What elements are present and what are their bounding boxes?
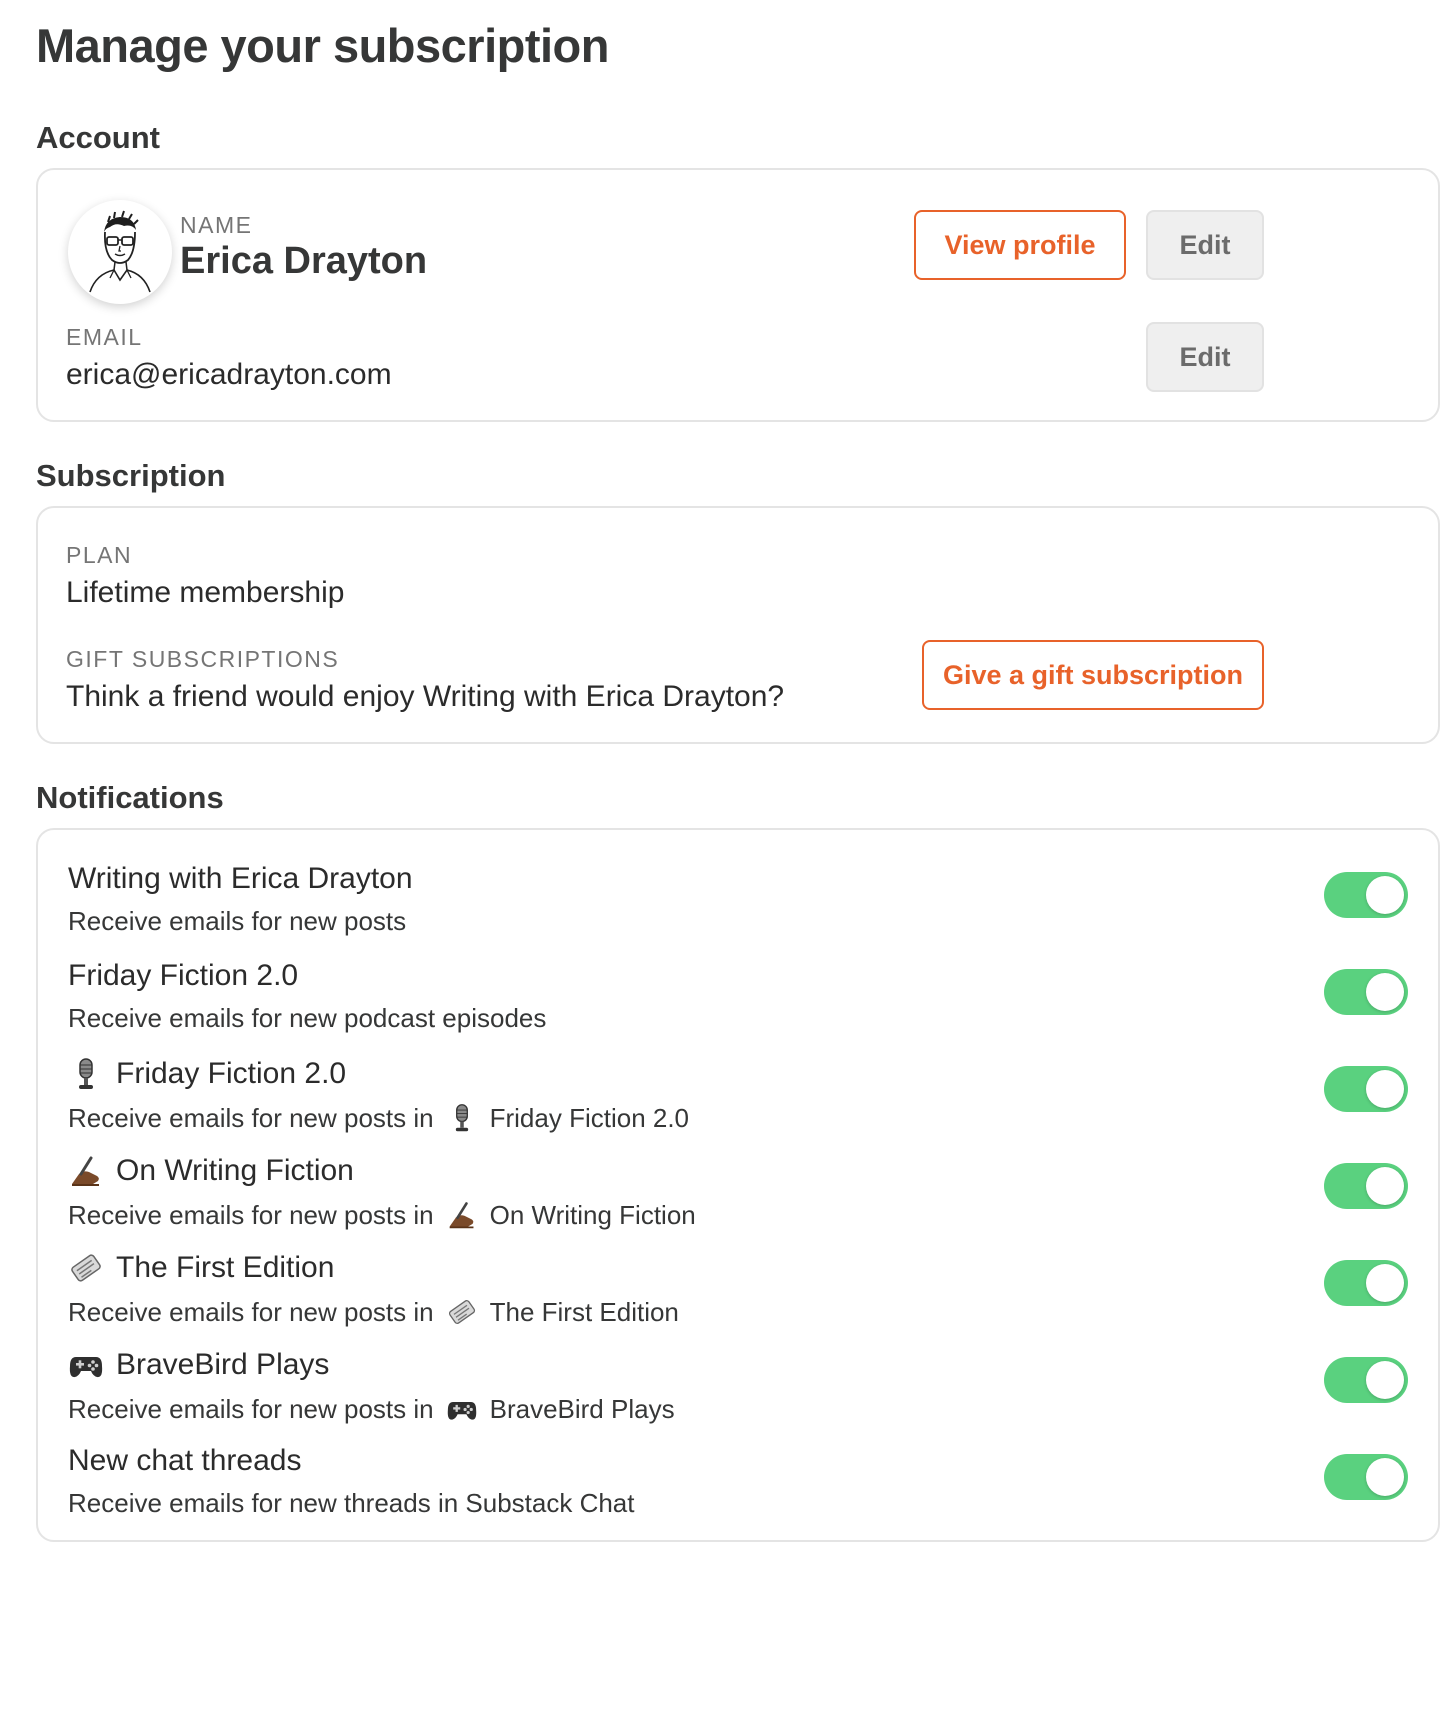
- edit-email-button[interactable]: Edit: [1146, 322, 1264, 392]
- account-card: NAME Erica Drayton View profile Edit EMA…: [36, 168, 1440, 422]
- gift-label: GIFT SUBSCRIPTIONS: [66, 646, 340, 672]
- notification-row-bravebird-plays: BraveBird Plays Receive emails for new p…: [68, 1347, 1408, 1447]
- game-controller-icon: [444, 1391, 480, 1427]
- avatar: [68, 200, 172, 304]
- notification-subtitle-text: Receive emails for new threads in Substa…: [68, 1488, 635, 1518]
- toggle-bravebird-plays[interactable]: [1324, 1357, 1408, 1403]
- notifications-card: Writing with Erica Drayton Receive email…: [36, 828, 1440, 1542]
- toggle-on-writing-fiction[interactable]: [1324, 1163, 1408, 1209]
- notification-subtitle: Receive emails for new threads in Substa…: [68, 1488, 635, 1519]
- notification-title: New chat threads: [68, 1444, 301, 1478]
- page-title: Manage your subscription: [36, 19, 609, 72]
- view-profile-button[interactable]: View profile: [914, 210, 1126, 280]
- email-value: erica@ericadrayton.com: [66, 358, 392, 391]
- notification-title: Friday Fiction 2.0: [68, 959, 298, 993]
- avatar-sketch-icon: [89, 210, 151, 293]
- notification-subtitle: Receive emails for new posts in The Firs…: [68, 1294, 679, 1330]
- notification-subtitle-text: Receive emails for new podcast episodes: [68, 1003, 547, 1033]
- notification-subtitle: Receive emails for new posts: [68, 906, 406, 937]
- toggle-knob: [1366, 876, 1404, 914]
- gift-text: Think a friend would enjoy Writing with …: [66, 680, 785, 713]
- notification-title: Friday Fiction 2.0: [68, 1056, 346, 1092]
- notification-subtitle-publication: BraveBird Plays: [489, 1393, 675, 1424]
- notification-subtitle-publication: On Writing Fiction: [489, 1199, 696, 1230]
- notification-subtitle-publication: Friday Fiction 2.0: [489, 1102, 690, 1133]
- name-value: Erica Drayton: [180, 240, 428, 282]
- email-label: EMAIL: [66, 324, 143, 350]
- notification-title-text: The First Edition: [116, 1251, 335, 1284]
- toggle-the-first-edition[interactable]: [1324, 1260, 1408, 1306]
- toggle-new-chat-threads[interactable]: [1324, 1454, 1408, 1500]
- notifications-section-title: Notifications: [36, 780, 224, 815]
- writing-hand-icon: [68, 1153, 104, 1189]
- notification-subtitle-text: Receive emails for new posts in: [68, 1199, 434, 1230]
- give-gift-subscription-button[interactable]: Give a gift subscription: [922, 640, 1264, 710]
- notification-title-text: Friday Fiction 2.0: [116, 1057, 347, 1090]
- notification-title: BraveBird Plays: [68, 1347, 329, 1383]
- notification-subtitle-text: Receive emails for new posts in: [68, 1393, 434, 1424]
- newspaper-icon: [68, 1250, 104, 1286]
- toggle-writing-with-erica-drayton[interactable]: [1324, 872, 1408, 918]
- notification-subtitle: Receive emails for new posts in BraveBir…: [68, 1391, 675, 1427]
- notification-subtitle: Receive emails for new podcast episodes: [68, 1003, 546, 1034]
- notification-subtitle-publication: The First Edition: [489, 1296, 679, 1327]
- notification-row-the-first-edition: The First Edition Receive emails for new…: [68, 1250, 1408, 1350]
- toggle-friday-fiction-posts[interactable]: [1324, 1066, 1408, 1112]
- notification-subtitle: Receive emails for new posts in Friday F…: [68, 1100, 689, 1136]
- notification-title: The First Edition: [68, 1250, 334, 1286]
- notification-subtitle-text: Receive emails for new posts in: [68, 1102, 434, 1133]
- toggle-knob: [1366, 1361, 1404, 1399]
- notification-row-writing-with-erica-drayton: Writing with Erica Drayton Receive email…: [68, 862, 1408, 962]
- toggle-knob: [1366, 1167, 1404, 1205]
- notification-title: On Writing Fiction: [68, 1153, 354, 1189]
- notification-title-text: Friday Fiction 2.0: [68, 959, 299, 992]
- subscription-card: PLAN Lifetime membership GIFT SUBSCRIPTI…: [36, 506, 1440, 744]
- notification-row-friday-fiction-podcast: Friday Fiction 2.0 Receive emails for ne…: [68, 959, 1408, 1059]
- notification-title-text: On Writing Fiction: [116, 1154, 354, 1187]
- newspaper-icon: [444, 1294, 480, 1330]
- edit-name-button[interactable]: Edit: [1146, 210, 1264, 280]
- microphone-icon: [444, 1100, 480, 1136]
- notification-subtitle: Receive emails for new posts in On Writi…: [68, 1197, 696, 1233]
- toggle-knob: [1366, 1070, 1404, 1108]
- writing-hand-icon: [444, 1197, 480, 1233]
- notification-title-text: Writing with Erica Drayton: [68, 862, 413, 895]
- subscription-section-title: Subscription: [36, 458, 226, 493]
- plan-value: Lifetime membership: [66, 576, 345, 609]
- notification-subtitle-text: Receive emails for new posts: [68, 906, 407, 936]
- notification-title-text: New chat threads: [68, 1444, 302, 1477]
- notification-row-new-chat-threads: New chat threads Receive emails for new …: [68, 1444, 1408, 1544]
- notification-title: Writing with Erica Drayton: [68, 862, 413, 896]
- name-label: NAME: [180, 212, 253, 238]
- toggle-knob: [1366, 973, 1404, 1011]
- microphone-icon: [68, 1056, 104, 1092]
- toggle-knob: [1366, 1264, 1404, 1302]
- notification-row-friday-fiction-posts: Friday Fiction 2.0 Receive emails for ne…: [68, 1056, 1408, 1156]
- toggle-friday-fiction-podcast[interactable]: [1324, 969, 1408, 1015]
- notification-row-on-writing-fiction: On Writing Fiction Receive emails for ne…: [68, 1153, 1408, 1253]
- account-section-title: Account: [36, 120, 160, 155]
- notification-title-text: BraveBird Plays: [116, 1348, 330, 1381]
- plan-label: PLAN: [66, 542, 133, 568]
- game-controller-icon: [68, 1347, 104, 1383]
- notification-subtitle-text: Receive emails for new posts in: [68, 1296, 434, 1327]
- toggle-knob: [1366, 1458, 1404, 1496]
